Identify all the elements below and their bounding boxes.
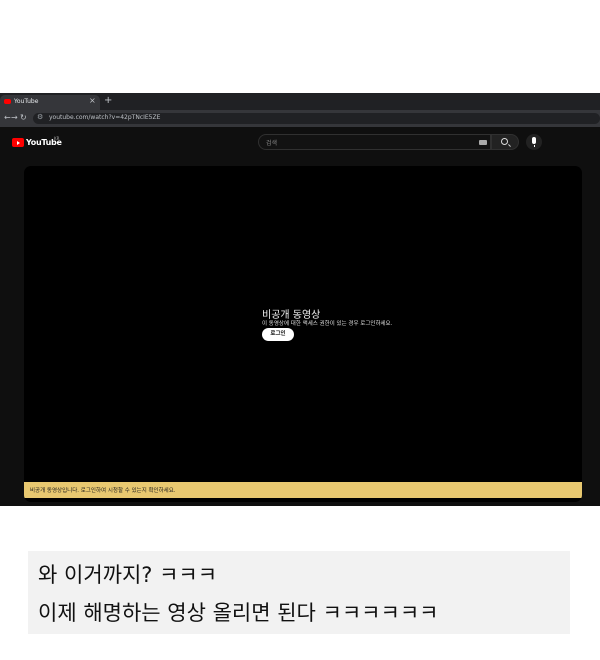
youtube-logo-icon[interactable] xyxy=(12,138,24,147)
tab-youtube[interactable]: YouTube × xyxy=(0,95,100,110)
address-bar: ← → ↻ ⚙ youtube.com/watch?v=42pTNcIE5ZE xyxy=(0,110,600,127)
caption-line-2: 이제 해명하는 영상 올리면 된다 ㅋㅋㅋㅋㅋㅋ xyxy=(38,601,439,625)
back-arrow-icon[interactable]: ← xyxy=(4,113,11,122)
banner-text: 비공개 동영상입니다. 로그인하여 시청할 수 있는지 확인하세요. xyxy=(30,488,176,494)
video-player[interactable]: 비공개 동영상 이 동영상에 대한 액세스 권한이 있는 경우 로그인하세요. … xyxy=(24,166,582,502)
keyboard-icon[interactable] xyxy=(479,140,487,145)
close-icon[interactable]: × xyxy=(89,96,96,105)
microphone-icon xyxy=(532,137,536,147)
top-margin xyxy=(0,0,600,93)
browser-window: YouTube × + ← → ↻ ⚙ youtube.com/watch?v=… xyxy=(0,93,600,506)
tab-bar: YouTube × + xyxy=(0,93,600,110)
search-button[interactable] xyxy=(491,134,519,150)
search-placeholder: 검색 xyxy=(266,140,278,147)
comment-caption: 와 이거까지? ㅋㅋㅋ 이제 해명하는 영상 올리면 된다 ㅋㅋㅋㅋㅋㅋ xyxy=(28,551,570,634)
reload-icon[interactable]: ↻ xyxy=(20,113,27,122)
region-code: KR xyxy=(54,136,60,141)
search-input[interactable]: 검색 xyxy=(258,134,491,150)
forward-arrow-icon[interactable]: → xyxy=(11,113,18,122)
caption-line-1: 와 이거까지? ㅋㅋㅋ xyxy=(38,563,218,587)
site-info-icon[interactable]: ⚙ xyxy=(37,113,43,121)
private-video-message: 이 동영상에 대한 액세스 권한이 있는 경우 로그인하세요. xyxy=(262,321,393,327)
login-button[interactable]: 로그인 xyxy=(262,328,294,341)
url-field[interactable]: ⚙ youtube.com/watch?v=42pTNcIE5ZE xyxy=(33,113,600,124)
plus-icon[interactable]: + xyxy=(104,95,112,106)
tab-title: YouTube xyxy=(14,98,39,105)
url-text: youtube.com/watch?v=42pTNcIE5ZE xyxy=(49,114,161,121)
voice-search-button[interactable] xyxy=(526,134,542,150)
youtube-favicon-icon xyxy=(4,99,11,104)
search-icon xyxy=(501,138,508,145)
private-video-banner: 비공개 동영상입니다. 로그인하여 시청할 수 있는지 확인하세요. xyxy=(24,482,582,498)
